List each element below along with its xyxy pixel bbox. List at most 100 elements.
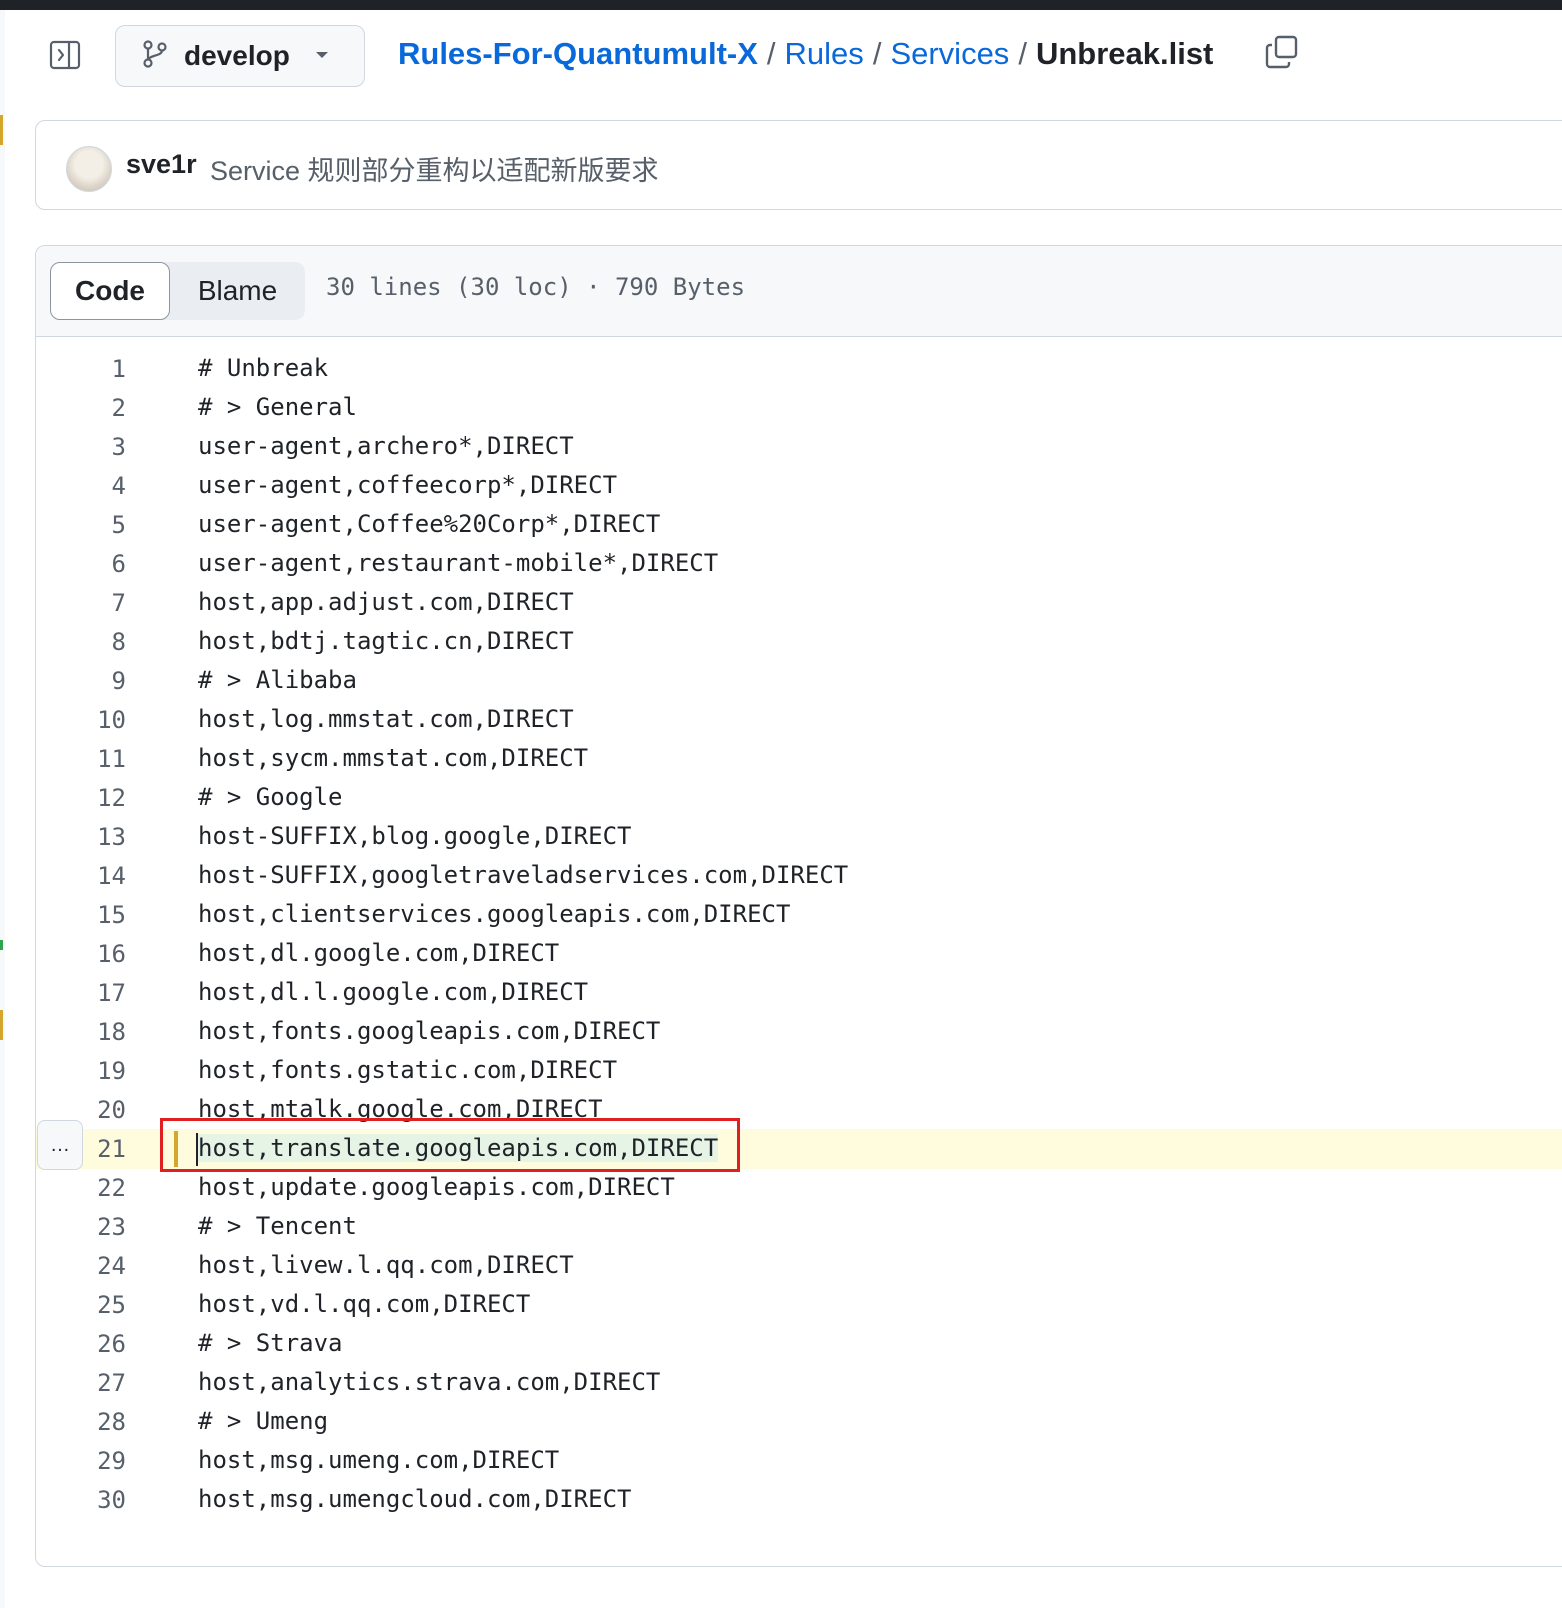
branch-name: develop [184, 40, 290, 71]
avatar[interactable] [66, 146, 112, 192]
code-line[interactable]: 30 host,msg.umengcloud.com,DIRECT [36, 1480, 1562, 1520]
code-text: host,update.googleapis.com,DIRECT [198, 1173, 675, 1201]
code-line[interactable]: 16 host,dl.google.com,DIRECT [36, 934, 1562, 974]
breadcrumb-current-file: Unbreak.list [1035, 36, 1214, 71]
code-line[interactable]: 3 user-agent,archero*,DIRECT [36, 427, 1562, 467]
line-actions-button[interactable]: … [37, 1120, 83, 1170]
breadcrumb: Rules-For-Quantumult-X / Rules / Service… [398, 30, 1213, 78]
line-number[interactable]: 3 [36, 433, 126, 461]
code-line[interactable]: 26 # > Strava [36, 1324, 1562, 1364]
breadcrumb-services-link[interactable]: Services [890, 36, 1009, 72]
caret-down-icon [314, 47, 330, 65]
code-line[interactable]: 4 user-agent,coffeecorp*,DIRECT [36, 466, 1562, 506]
line-number[interactable]: 28 [36, 1408, 126, 1436]
code-text: host,vd.l.qq.com,DIRECT [198, 1290, 531, 1318]
code-line[interactable]: 6 user-agent,restaurant-mobile*,DIRECT [36, 544, 1562, 584]
code-text: host,msg.umengcloud.com,DIRECT [198, 1485, 632, 1513]
line-number[interactable]: 24 [36, 1252, 126, 1280]
code-line[interactable]: 5 user-agent,Coffee%20Corp*,DIRECT [36, 505, 1562, 545]
copy-path-icon[interactable] [1264, 34, 1300, 70]
line-number[interactable]: 9 [36, 667, 126, 695]
line-number[interactable]: 6 [36, 550, 126, 578]
code-text: # > General [198, 393, 357, 421]
code-line[interactable]: 17 host,dl.l.google.com,DIRECT [36, 973, 1562, 1013]
commit-message[interactable]: Service 规则部分重构以适配新版要求 [210, 149, 659, 188]
line-number[interactable]: 26 [36, 1330, 126, 1358]
code-text: host,msg.umeng.com,DIRECT [198, 1446, 560, 1474]
line-number[interactable]: 11 [36, 745, 126, 773]
line-number[interactable]: 16 [36, 940, 126, 968]
code-text: host,clientservices.googleapis.com,DIREC… [198, 900, 791, 928]
code-line[interactable]: 13 host-SUFFIX,blog.google,DIRECT [36, 817, 1562, 857]
code-line[interactable]: 22 host,update.googleapis.com,DIRECT [36, 1168, 1562, 1208]
line-number[interactable]: 19 [36, 1057, 126, 1085]
line-number[interactable]: 1 [36, 355, 126, 383]
tab-blame[interactable]: Blame [170, 262, 305, 320]
line-number[interactable]: 25 [36, 1291, 126, 1319]
breadcrumb-repo-link[interactable]: Rules-For-Quantumult-X [398, 36, 758, 72]
line-number[interactable]: 13 [36, 823, 126, 851]
code-line[interactable]: 19 host,fonts.gstatic.com,DIRECT [36, 1051, 1562, 1091]
code-line[interactable]: 20 host,mtalk.google.com,DIRECT [36, 1090, 1562, 1130]
code-text: # > Alibaba [198, 666, 357, 694]
file-stats: 30 lines (30 loc) · 790 Bytes [326, 273, 746, 301]
code-line[interactable]: 28 # > Umeng [36, 1402, 1562, 1442]
line-number[interactable]: 14 [36, 862, 126, 890]
breadcrumb-separator: / [766, 36, 776, 71]
code-line[interactable]: 23 # > Tencent [36, 1207, 1562, 1247]
line-number[interactable]: 22 [36, 1174, 126, 1202]
code-line[interactable]: 25 host,vd.l.qq.com,DIRECT [36, 1285, 1562, 1325]
line-number[interactable]: 29 [36, 1447, 126, 1475]
commit-author[interactable]: sve1r [126, 149, 197, 180]
code-line[interactable]: 10 host,log.mmstat.com,DIRECT [36, 700, 1562, 740]
line-number[interactable]: 8 [36, 628, 126, 656]
line-number[interactable]: 30 [36, 1486, 126, 1514]
line-number[interactable]: 7 [36, 589, 126, 617]
line-number[interactable]: 4 [36, 472, 126, 500]
view-switcher: Code Blame [50, 262, 305, 320]
code-line[interactable]: 15 host,clientservices.googleapis.com,DIR… [36, 895, 1562, 935]
code-line[interactable]: 8 host,bdtj.tagtic.cn,DIRECT [36, 622, 1562, 662]
branch-selector-button[interactable]: develop [115, 25, 365, 87]
sidebar-toggle-icon[interactable] [48, 38, 82, 72]
code-line[interactable]: 29 host,msg.umeng.com,DIRECT [36, 1441, 1562, 1481]
code-text: # > Tencent [198, 1212, 357, 1240]
code-text: host,translate.googleapis.com,DIRECT [198, 1134, 719, 1162]
code-text: host,analytics.strava.com,DIRECT [198, 1368, 661, 1396]
git-branch-icon [142, 39, 168, 74]
code-line[interactable]: 7 host,app.adjust.com,DIRECT [36, 583, 1562, 623]
line-number[interactable]: 12 [36, 784, 126, 812]
code-line[interactable]: 1 # Unbreak [36, 349, 1562, 389]
code-text: host,dl.l.google.com,DIRECT [198, 978, 589, 1006]
code-text: host,dl.google.com,DIRECT [198, 939, 560, 967]
code-line[interactable]: 11 host,sycm.mmstat.com,DIRECT [36, 739, 1562, 779]
code-line[interactable]: 18 host,fonts.googleapis.com,DIRECT [36, 1012, 1562, 1052]
code-line[interactable]: 14 host-SUFFIX,googletraveladservices.com… [36, 856, 1562, 896]
code-text: user-agent,archero*,DIRECT [198, 432, 574, 460]
code-text: user-agent,restaurant-mobile*,DIRECT [198, 549, 719, 577]
latest-commit-box: sve1r Service 规则部分重构以适配新版要求 [35, 120, 1562, 210]
code-text: user-agent,Coffee%20Corp*,DIRECT [198, 510, 661, 538]
line-number[interactable]: 15 [36, 901, 126, 929]
line-number[interactable]: 18 [36, 1018, 126, 1046]
code-line[interactable]: 24 host,livew.l.qq.com,DIRECT [36, 1246, 1562, 1286]
code-text: # Unbreak [198, 354, 329, 382]
file-header: Code Blame 30 lines (30 loc) · 790 Bytes [36, 246, 1562, 337]
line-number[interactable]: 27 [36, 1369, 126, 1397]
file-viewer: Code Blame 30 lines (30 loc) · 790 Bytes… [35, 245, 1562, 1567]
code-line[interactable]: 2 # > General [36, 388, 1562, 428]
code-line[interactable]: 9 # > Alibaba [36, 661, 1562, 701]
breadcrumb-rules-link[interactable]: Rules [785, 36, 864, 72]
line-number[interactable]: 5 [36, 511, 126, 539]
code-text: host,mtalk.google.com,DIRECT [198, 1095, 603, 1123]
code-text: user-agent,coffeecorp*,DIRECT [198, 471, 618, 499]
code-line-highlighted[interactable]: 21 host,translate.googleapis.com,DIRECT [36, 1129, 1562, 1169]
line-number[interactable]: 17 [36, 979, 126, 1007]
tab-code[interactable]: Code [50, 262, 170, 320]
line-number[interactable]: 10 [36, 706, 126, 734]
code-text: # > Umeng [198, 1407, 329, 1435]
code-line[interactable]: 27 host,analytics.strava.com,DIRECT [36, 1363, 1562, 1403]
line-number[interactable]: 2 [36, 394, 126, 422]
line-number[interactable]: 23 [36, 1213, 126, 1241]
code-line[interactable]: 12 # > Google [36, 778, 1562, 818]
